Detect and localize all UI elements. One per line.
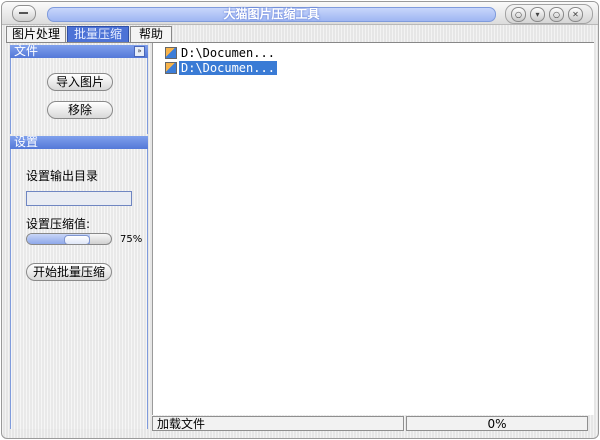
file-panel-header[interactable]: 文件 » (10, 45, 148, 58)
image-file-icon (165, 62, 177, 74)
app-window: 大猫图片压缩工具 ○ ▾ ○ ✕ 图片处理 批量压缩 帮助 文件 » 导入图片 … (1, 1, 599, 439)
collapse-icon[interactable]: » (134, 46, 145, 57)
image-file-icon (165, 47, 177, 59)
compression-value: 75% (120, 234, 143, 245)
list-item[interactable]: D:\Documen... (165, 61, 277, 75)
compression-slider-thumb[interactable] (64, 235, 90, 244)
file-list[interactable]: D:\Documen... D:\Documen... (152, 43, 594, 415)
file-panel: 导入图片 移除 (10, 58, 148, 134)
status-message: 加载文件 (152, 416, 404, 431)
menu-icon[interactable]: ○ (511, 7, 526, 22)
tab-image-processing[interactable]: 图片处理 (6, 26, 66, 42)
list-item[interactable]: D:\Documen... (165, 46, 277, 60)
file-panel-title: 文件 (14, 44, 39, 58)
output-dir-input[interactable] (26, 191, 132, 206)
tab-batch-compress[interactable]: 批量压缩 (67, 26, 129, 42)
close-icon[interactable]: ✕ (568, 7, 583, 22)
settings-panel-header[interactable]: 设置 (10, 136, 148, 149)
compression-slider[interactable] (26, 233, 112, 245)
start-batch-compress-button[interactable]: 开始批量压缩 (26, 263, 112, 281)
import-images-button[interactable]: 导入图片 (47, 73, 113, 91)
window-title: 大猫图片压缩工具 (47, 7, 496, 22)
file-path: D:\Documen... (181, 46, 275, 60)
system-menu-button[interactable] (12, 5, 36, 22)
minimize-icon[interactable]: ▾ (530, 7, 545, 22)
status-progress: 0% (406, 416, 588, 431)
file-path: D:\Documen... (179, 61, 277, 75)
status-bar: 加载文件 0% (152, 416, 594, 432)
remove-button[interactable]: 移除 (47, 101, 113, 119)
compression-label: 设置压缩值: (26, 217, 91, 231)
tab-help[interactable]: 帮助 (130, 26, 172, 42)
maximize-icon[interactable]: ○ (549, 7, 564, 22)
title-bar: 大猫图片压缩工具 ○ ▾ ○ ✕ (2, 2, 598, 25)
output-dir-label: 设置输出目录 (26, 169, 99, 183)
settings-panel-title: 设置 (14, 135, 39, 149)
settings-panel: 设置输出目录 设置压缩值: 75% 开始批量压缩 (10, 149, 148, 429)
